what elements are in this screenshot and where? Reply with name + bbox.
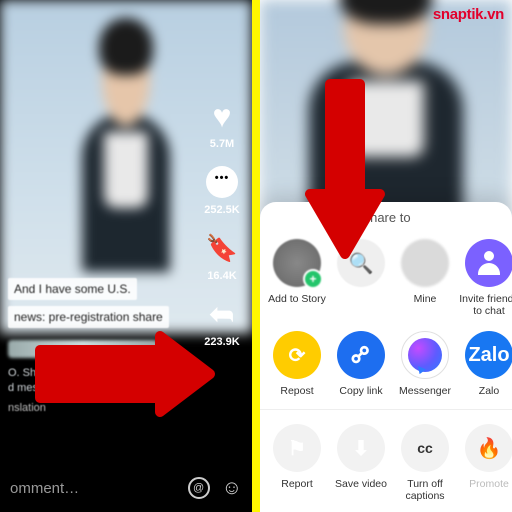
promote-icon: 🔥 (465, 424, 512, 472)
share-contact[interactable]: Mine (394, 239, 456, 317)
share-copy-link[interactable]: ⚯Copy link (330, 331, 392, 397)
share-invite-friends[interactable]: Invite friends to chat (458, 239, 512, 317)
messenger-icon (401, 331, 449, 379)
like-button[interactable]: ♥ 5.7M (200, 98, 244, 150)
bookmark-icon: 🔖 (206, 233, 238, 264)
download-icon: ⬇ (337, 424, 385, 472)
comment-bar[interactable]: omment… @ ☺ (0, 464, 252, 512)
comment-placeholder: omment… (10, 480, 176, 497)
link-icon: ⚯ (337, 331, 385, 379)
comment-count: 252.5K (200, 204, 244, 216)
action-captions[interactable]: ccTurn off captions (394, 424, 456, 502)
invite-icon (465, 239, 512, 287)
share-zalo[interactable]: ZaloZalo (458, 331, 512, 397)
message-line: d message on beh… (8, 382, 110, 394)
emoji-icon[interactable]: ☺ (222, 477, 242, 500)
comment-icon (206, 166, 238, 198)
translation-link[interactable]: nslation (8, 401, 182, 416)
action-report[interactable]: ⚑Report (266, 424, 328, 502)
caption-line: And I have some U.S. (8, 278, 137, 300)
action-promote[interactable]: 🔥Promote (458, 424, 512, 502)
share-repost[interactable]: ⟳Repost (266, 331, 328, 397)
share-icon: ➦ (209, 297, 234, 332)
report-icon: ⚑ (273, 424, 321, 472)
music-bar[interactable] (8, 340, 158, 358)
bookmark-button[interactable]: 🔖 16.4K (200, 230, 244, 282)
like-count: 5.7M (200, 138, 244, 150)
share-messenger[interactable]: Messenger (394, 331, 456, 397)
share-search[interactable]: 🔍 (330, 239, 392, 317)
caption-line: news: pre-registration share (8, 306, 169, 328)
share-count: 223.9K (200, 336, 244, 348)
mention-icon[interactable]: @ (188, 477, 210, 499)
caption-area: And I have some U.S. news: pre-registrat… (8, 278, 182, 416)
bookmark-count: 16.4K (200, 270, 244, 282)
share-add-to-story[interactable]: Add to Story (266, 239, 328, 317)
panel-divider (252, 0, 260, 512)
story-icon (273, 239, 321, 287)
engagement-rail: ♥ 5.7M 252.5K 🔖 16.4K ➦ 223.9K (200, 98, 244, 362)
share-sheet: Share to Add to Story 🔍 Mine Invite frie… (260, 202, 512, 512)
comment-button[interactable]: 252.5K (200, 164, 244, 216)
author-line: O. Shou Chew. shar (8, 367, 106, 379)
captions-icon: cc (401, 424, 449, 472)
action-save-video[interactable]: ⬇Save video (330, 424, 392, 502)
tiktok-video-panel: ♥ 5.7M 252.5K 🔖 16.4K ➦ 223.9K And I hav… (0, 0, 252, 512)
watermark-text: snaptik.vn (433, 6, 504, 23)
share-title: Share to (260, 210, 512, 225)
zalo-icon: Zalo (465, 331, 512, 379)
contact-icon (401, 239, 449, 287)
repost-icon: ⟳ (273, 331, 321, 379)
heart-icon: ♥ (213, 100, 232, 132)
share-sheet-panel: snaptik.vn Share to Add to Story 🔍 Mine … (260, 0, 512, 512)
search-icon: 🔍 (337, 239, 385, 287)
more-link[interactable]: more (113, 382, 138, 394)
share-button[interactable]: ➦ 223.9K (200, 296, 244, 348)
